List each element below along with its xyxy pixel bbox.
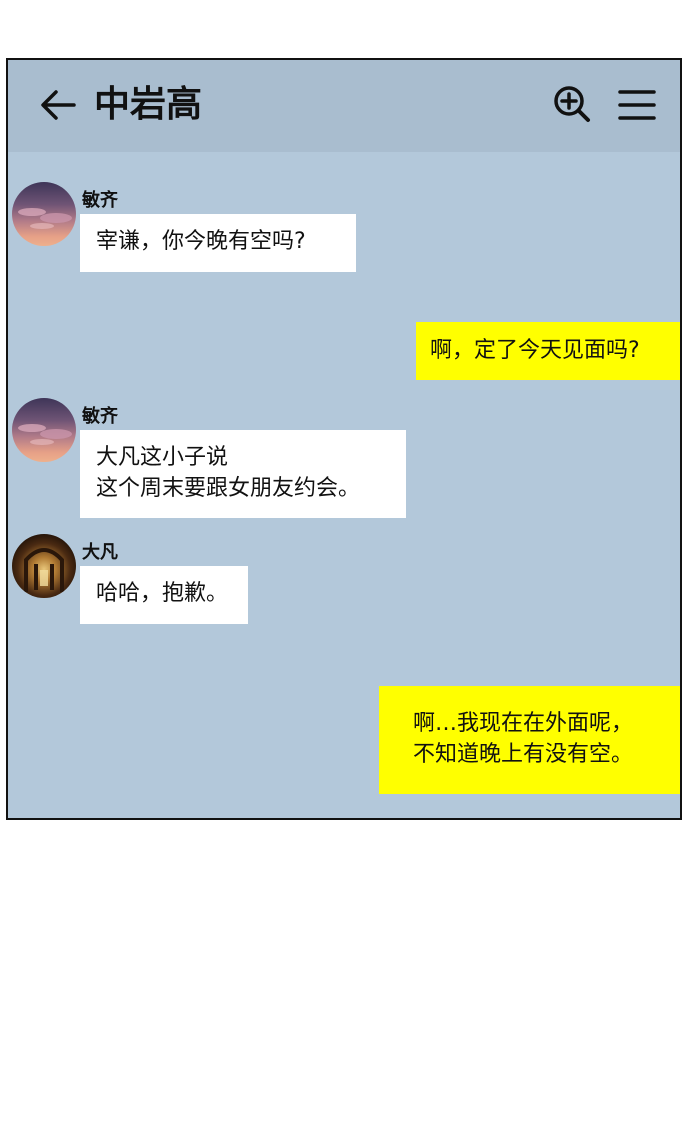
avatar[interactable]	[12, 398, 76, 462]
message-bubble-incoming: 宰谦，你今晚有空吗?	[80, 214, 356, 272]
chat-window: 中岩高 敏齐 宰谦，你今晚有空吗? 啊，定了今天见面吗? 敏齐 大凡这小子说 这…	[6, 58, 682, 820]
sunset-sky-image	[18, 424, 72, 445]
zoom-button[interactable]	[552, 84, 592, 124]
back-button[interactable]	[38, 88, 78, 122]
zoom-in-icon	[554, 86, 590, 122]
message-bubble-incoming: 大凡这小子说 这个周末要跟女朋友约会。	[80, 430, 406, 518]
sunset-sky-image	[18, 208, 72, 229]
message-bubble-incoming: 哈哈，抱歉。	[80, 566, 248, 624]
message-bubble-outgoing: 啊…我现在在外面呢， 不知道晚上有没有空。	[379, 686, 680, 794]
hall-interior-image	[24, 548, 64, 592]
sender-name: 大凡	[82, 542, 118, 563]
message-bubble-outgoing: 啊，定了今天见面吗?	[416, 322, 680, 380]
arrow-left-icon	[41, 90, 76, 120]
avatar[interactable]	[12, 534, 76, 598]
chat-header: 中岩高	[8, 60, 680, 152]
avatar[interactable]	[12, 182, 76, 246]
sender-name: 敏齐	[82, 190, 118, 211]
menu-button[interactable]	[618, 88, 656, 122]
sender-name: 敏齐	[82, 406, 118, 427]
chat-title: 中岩高	[94, 84, 203, 125]
hamburger-menu-icon	[618, 90, 656, 120]
